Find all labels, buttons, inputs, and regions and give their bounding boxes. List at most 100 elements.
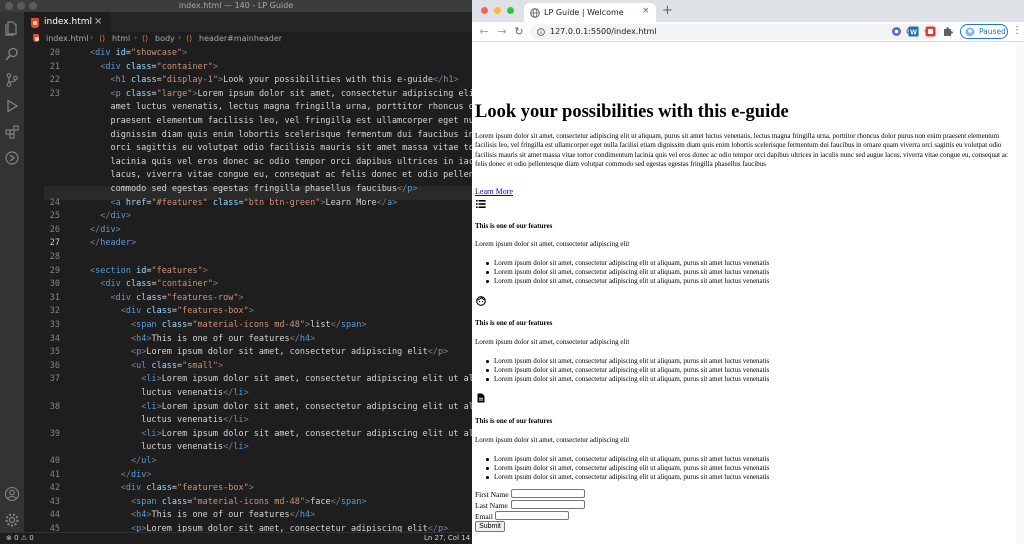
email-label: Email (475, 512, 493, 521)
breadcrumb-header[interactable]: header#mainheader (199, 34, 282, 43)
account-icon[interactable] (4, 486, 20, 502)
code-line[interactable]: luctus venenatis</li> (90, 442, 249, 452)
code-line[interactable]: <div id="showcase"> (90, 48, 187, 58)
code-line[interactable]: commodo sed egestas egestas fringilla ph… (90, 184, 417, 194)
code-line[interactable]: <p>Lorem ipsum dolor sit amet, consectet… (90, 347, 448, 357)
line-number: 38 (49, 401, 60, 412)
code-line[interactable]: praesent elementum facilisis leo, vel fr… (90, 116, 472, 126)
code-line[interactable]: <ul class="small"> (90, 361, 223, 371)
lead-paragraph: Lorem ipsum dolor sit amet, consectetur … (475, 132, 1008, 169)
code-line[interactable]: </div> (90, 211, 131, 221)
learn-more-link[interactable]: Learn More (475, 187, 513, 196)
new-tab-button[interactable]: + (662, 3, 673, 18)
window-title: index.html — 140 - LP Guide (178, 1, 294, 10)
search-icon[interactable] (4, 46, 20, 62)
code-line[interactable]: <h1 class="display-1">Look your possibil… (90, 75, 458, 85)
code-line[interactable]: <div class="features-box"> (90, 483, 254, 493)
extension-gear-icon[interactable] (891, 26, 902, 37)
code-line[interactable]: </div> (90, 225, 121, 235)
list-icon (476, 200, 486, 208)
breadcrumb-body[interactable]: body (155, 34, 175, 43)
source-control-icon[interactable] (4, 72, 20, 88)
maximize-window-button[interactable] (507, 7, 514, 14)
code-line[interactable]: <div class="container"> (90, 279, 218, 289)
code-line[interactable]: <li>Lorem ipsum dolor sit amet, consecte… (90, 374, 472, 384)
code-line[interactable]: luctus venenatis</li> (90, 415, 249, 425)
close-window-button[interactable] (481, 7, 488, 14)
code-line[interactable]: lacus, viverra vitae congue eu, consequa… (90, 170, 472, 180)
remote-explorer-icon[interactable] (4, 150, 20, 166)
tab-close-icon[interactable]: × (642, 6, 650, 16)
code-line[interactable]: <a href="#features" class="btn btn-green… (90, 198, 397, 208)
code-line[interactable]: lacinia quis vel eros donec ac odio temp… (90, 157, 472, 167)
code-line[interactable]: dignissim diam quis enim lobortis sceler… (90, 130, 472, 140)
code-line[interactable]: <li>Lorem ipsum dolor sit amet, consecte… (90, 402, 472, 412)
line-number: 30 (49, 279, 60, 290)
code-line[interactable]: <h4>This is one of our features</h4> (90, 334, 315, 344)
code-line[interactable]: <li>Lorem ipsum dolor sit amet, consecte… (90, 429, 472, 439)
line-number: 41 (49, 469, 60, 480)
minimize-window-button[interactable] (494, 7, 501, 14)
forward-arrow-icon[interactable]: → (494, 24, 510, 40)
tab-index-html[interactable]: index.html × (24, 12, 110, 32)
code-line[interactable]: <h4>This is one of our features</h4> (90, 510, 315, 520)
problems-indicator[interactable]: ⊗ 0 ⚠ 0 (6, 534, 34, 542)
submit-button[interactable]: Submit (475, 521, 505, 532)
line-number: 35 (49, 347, 60, 358)
line-number: 22 (49, 75, 60, 86)
code-line[interactable]: orci sagittis eu volutpat odio facilisis… (90, 143, 472, 153)
line-number: 32 (49, 306, 60, 317)
first-name-field[interactable] (511, 489, 585, 498)
chevron-right-icon: › (90, 33, 94, 42)
html-file-icon (31, 18, 39, 28)
address-bar[interactable]: 127.0.0.1:5500/index.html (530, 24, 940, 40)
info-icon[interactable] (537, 28, 545, 36)
code-line[interactable]: luctus venenatis</li> (90, 388, 249, 398)
more-options-icon[interactable]: ⋮ (1012, 25, 1022, 36)
list-item: Lorem ipsum dolor sit amet, consectetur … (485, 473, 770, 481)
feature-2-title: This is one of our features (475, 319, 553, 327)
line-number: 36 (49, 360, 60, 371)
line-number: 27 (49, 238, 60, 249)
status-bar: ⊗ 0 ⚠ 0 Ln 27, Col 14 (0, 532, 472, 544)
code-line[interactable]: <div class="features-box"> (90, 306, 254, 316)
extensions-icon[interactable] (4, 124, 20, 140)
code-editor[interactable]: 20 <div id="showcase"> 21 <div class="cont… (24, 46, 472, 544)
extensions-puzzle-icon[interactable] (942, 26, 953, 37)
code-line[interactable]: <section id="features"> (90, 266, 208, 276)
cursor-position[interactable]: Ln 27, Col 14 (424, 534, 470, 542)
list-item: Lorem ipsum dolor sit amet, consectetur … (485, 455, 770, 463)
code-line[interactable]: <span class="material-icons md-48">face<… (90, 497, 367, 507)
back-arrow-icon[interactable]: ← (476, 24, 492, 40)
line-number: 43 (49, 496, 60, 507)
breadcrumb-file[interactable]: index.html (46, 34, 89, 43)
list-item: Lorem ipsum dolor sit amet, consectetur … (485, 268, 770, 276)
globe-icon (530, 8, 540, 18)
colorpick-extension-icon[interactable] (925, 26, 936, 37)
svg-text:W: W (910, 29, 917, 36)
wordpress-extension-icon[interactable]: W (908, 26, 919, 37)
code-line[interactable]: <div class="container"> (90, 62, 218, 72)
line-number: 25 (49, 211, 60, 222)
code-line[interactable]: </ul> (90, 456, 157, 466)
explorer-icon[interactable] (4, 20, 20, 36)
code-line[interactable]: <span class="material-icons md-48">list<… (90, 320, 367, 330)
page-scrollbar[interactable] (1016, 42, 1024, 544)
code-line[interactable]: <p class="large">Lorem ipsum dolor sit a… (90, 89, 472, 99)
feature-1-title: This is one of our features (475, 222, 553, 230)
email-field[interactable] (495, 511, 569, 520)
code-line[interactable]: amet luctus venenatis, lectus magna frin… (90, 102, 472, 112)
last-name-field[interactable] (511, 500, 585, 509)
manage-gear-icon[interactable] (4, 512, 20, 528)
run-debug-icon[interactable] (4, 98, 20, 114)
browser-tab[interactable]: LP Guide | Welcome × (524, 3, 656, 22)
line-number: 34 (49, 333, 60, 344)
tab-close-icon[interactable]: × (94, 16, 102, 27)
profile-paused-button[interactable]: Paused (960, 24, 1008, 39)
breadcrumb-html[interactable]: html (112, 34, 130, 43)
code-line[interactable]: </header> (90, 238, 136, 248)
code-line[interactable]: <div class="features-row"> (90, 293, 243, 303)
line-number: 42 (49, 483, 60, 494)
code-line[interactable]: </div> (90, 470, 152, 480)
reload-icon[interactable]: ↻ (511, 24, 527, 40)
